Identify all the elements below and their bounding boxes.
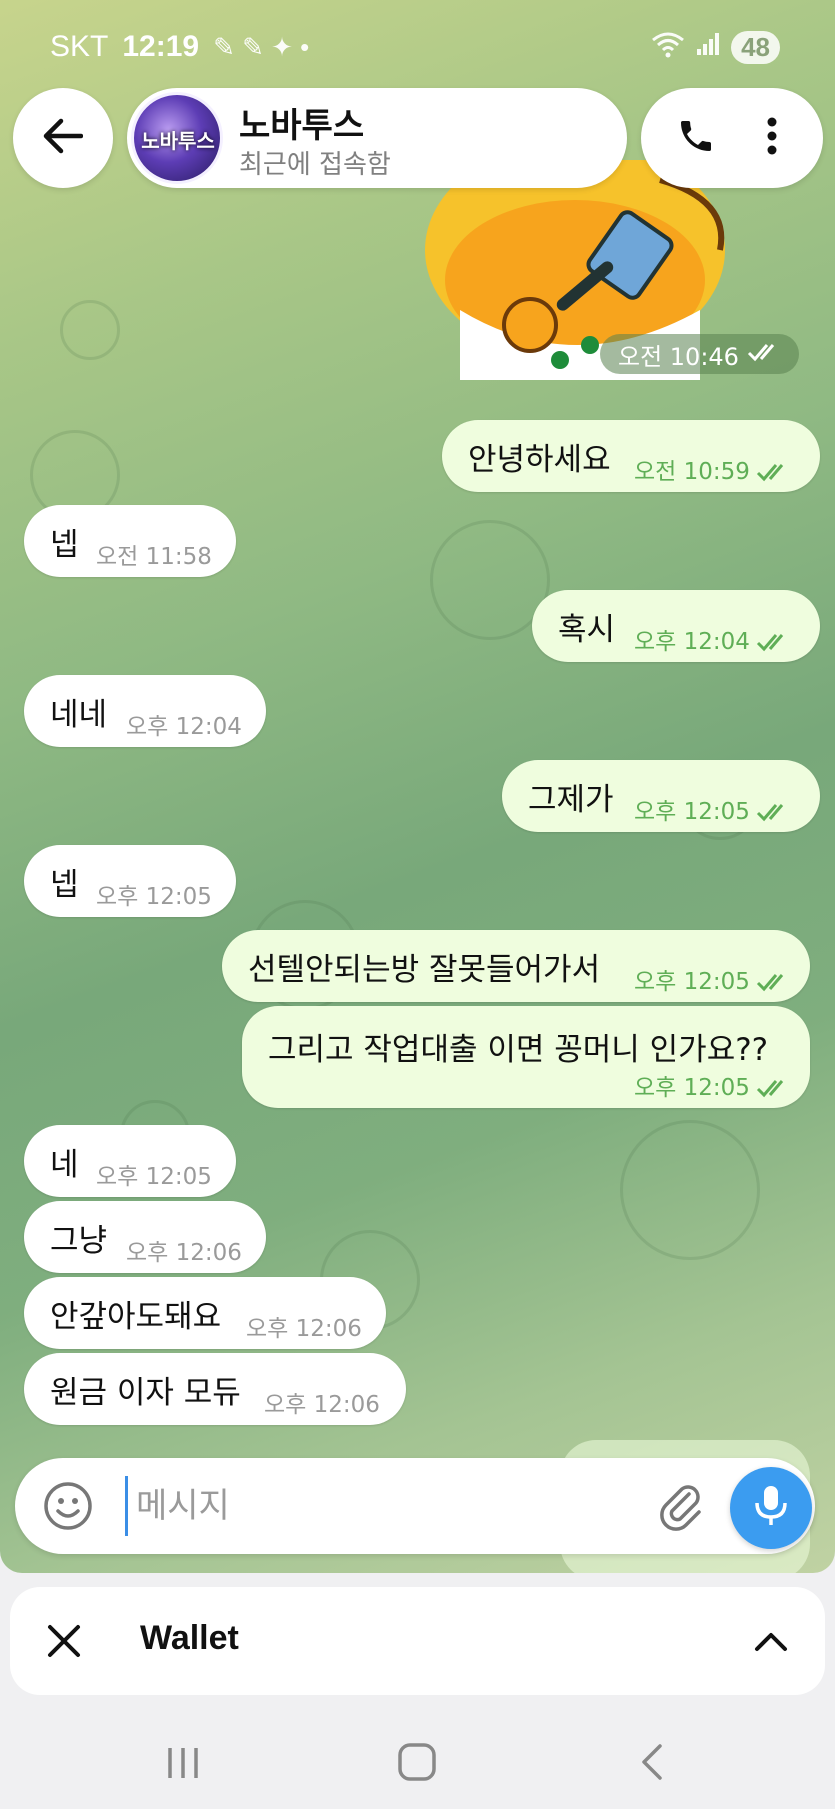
message-input[interactable] xyxy=(125,1476,625,1536)
system-back-button[interactable] xyxy=(628,1740,678,1784)
more-button[interactable] xyxy=(747,113,797,163)
sticker-time-label: 오전 10:46 xyxy=(618,342,739,371)
message-text: 그리고 작업대출 이면 꽁머니 인가요?? xyxy=(268,1032,769,1068)
double-check-icon xyxy=(756,632,790,658)
message-bubble-incoming[interactable]: 네네 오후 12:04 xyxy=(24,675,266,747)
message-time: 오후 12:05 xyxy=(634,1075,750,1101)
message-bubble-outgoing[interactable]: 안녕하세요 오전 10:59 xyxy=(442,420,820,492)
battery-level: 48 xyxy=(731,31,780,64)
message-text: 혹시 xyxy=(558,612,616,648)
message-time: 오후 12:05 xyxy=(96,884,212,910)
message-text: 원금 이자 모듀 xyxy=(50,1375,241,1411)
message-bubble-incoming[interactable]: 원금 이자 모듀 오후 12:06 xyxy=(24,1353,406,1425)
message-time: 오후 12:06 xyxy=(126,1240,242,1266)
system-nav-bar xyxy=(0,1710,835,1809)
message-time: 오후 12:04 xyxy=(634,629,750,655)
message-bubble-incoming[interactable]: 넵 오후 12:05 xyxy=(24,845,236,917)
notification-icon: ✎ ✎ ✦ • xyxy=(213,31,310,62)
message-text: 네 xyxy=(50,1147,79,1183)
phone-icon xyxy=(676,116,716,160)
close-icon xyxy=(40,1625,88,1669)
message-text: 안갚아도돼요 xyxy=(50,1299,222,1335)
message-text: 네네 xyxy=(50,697,108,733)
message-bubble-outgoing[interactable]: 그리고 작업대출 이면 꽁머니 인가요?? 오후 12:05 xyxy=(242,1006,810,1108)
wallet-label: Wallet xyxy=(140,1619,239,1657)
arrow-left-icon xyxy=(43,118,84,158)
signal-icon xyxy=(695,31,721,64)
message-text: 선텔안되는방 잘못들어가서 xyxy=(248,952,601,988)
message-bubble-incoming[interactable]: 안갚아도돼요 오후 12:06 xyxy=(24,1277,386,1349)
message-time: 오후 12:06 xyxy=(264,1392,380,1418)
double-check-icon xyxy=(756,462,790,488)
message-text: 넵 xyxy=(50,867,79,903)
sticker-timestamp: 오전 10:46 xyxy=(600,334,799,374)
chat-title: 노바투스 xyxy=(239,106,365,146)
recent-apps-button[interactable] xyxy=(158,1740,208,1784)
call-button[interactable] xyxy=(671,113,721,163)
microphone-icon xyxy=(751,1483,791,1533)
emoji-button[interactable] xyxy=(43,1481,93,1531)
double-check-icon xyxy=(756,1078,790,1104)
voice-record-button[interactable] xyxy=(730,1467,812,1549)
message-time: 오전 11:58 xyxy=(96,544,212,570)
message-text: 그제가 xyxy=(528,782,614,818)
message-bubble-incoming[interactable]: 네 오후 12:05 xyxy=(24,1125,236,1197)
message-text: 그냥 xyxy=(50,1223,108,1259)
wifi-icon xyxy=(651,30,685,65)
home-icon xyxy=(392,1743,442,1788)
message-text: 넵 xyxy=(50,527,79,563)
double-check-icon xyxy=(747,340,781,368)
smile-icon xyxy=(43,1482,93,1535)
message-bubble-incoming[interactable]: 넵 오전 11:58 xyxy=(24,505,236,577)
chat-background: SKT 12:19 ✎ ✎ ✦ • 48 오전 10:46 안녕하세요 오전 1… xyxy=(0,0,835,1573)
message-text: 안녕하세요 xyxy=(468,442,611,478)
message-time: 오후 12:05 xyxy=(96,1164,212,1190)
message-time: 오후 12:05 xyxy=(634,799,750,825)
chevron-up-icon xyxy=(747,1633,795,1669)
message-bubble-outgoing[interactable]: 선텔안되는방 잘못들어가서 오후 12:05 xyxy=(222,930,810,1002)
message-bubble-outgoing[interactable]: 그제가 오후 12:05 xyxy=(502,760,820,832)
attach-button[interactable] xyxy=(655,1480,707,1532)
back-button[interactable] xyxy=(13,88,113,188)
wallet-bar[interactable]: Wallet xyxy=(10,1587,825,1695)
message-time: 오전 10:59 xyxy=(634,459,750,485)
message-composer xyxy=(15,1458,815,1554)
status-bar: SKT 12:19 ✎ ✎ ✦ • 48 xyxy=(0,0,835,96)
message-time: 오후 12:05 xyxy=(634,969,750,995)
message-bubble-incoming[interactable]: 그냥 오후 12:06 xyxy=(24,1201,266,1273)
message-time: 오후 12:04 xyxy=(126,714,242,740)
home-button[interactable] xyxy=(392,1740,442,1784)
double-check-icon xyxy=(756,802,790,828)
avatar[interactable]: 노바투스 xyxy=(131,92,223,184)
wallet-close-button[interactable] xyxy=(40,1617,88,1665)
wallet-expand-button[interactable] xyxy=(747,1617,795,1665)
header-actions xyxy=(641,88,823,188)
chat-status: 최근에 접속함 xyxy=(239,150,391,180)
message-time: 오후 12:06 xyxy=(246,1316,362,1342)
double-check-icon xyxy=(756,972,790,998)
paperclip-icon xyxy=(655,1485,707,1536)
avatar-text: 노바투스 xyxy=(141,129,215,153)
clock: 12:19 xyxy=(122,30,200,63)
message-bubble-outgoing[interactable]: 혹시 오후 12:04 xyxy=(532,590,820,662)
back-icon xyxy=(628,1744,678,1788)
chat-header[interactable]: 노바투스 노바투스 최근에 접속함 xyxy=(127,88,627,188)
recent-apps-icon xyxy=(158,1748,208,1788)
more-vertical-icon xyxy=(766,116,778,160)
carrier-label: SKT xyxy=(50,30,109,63)
